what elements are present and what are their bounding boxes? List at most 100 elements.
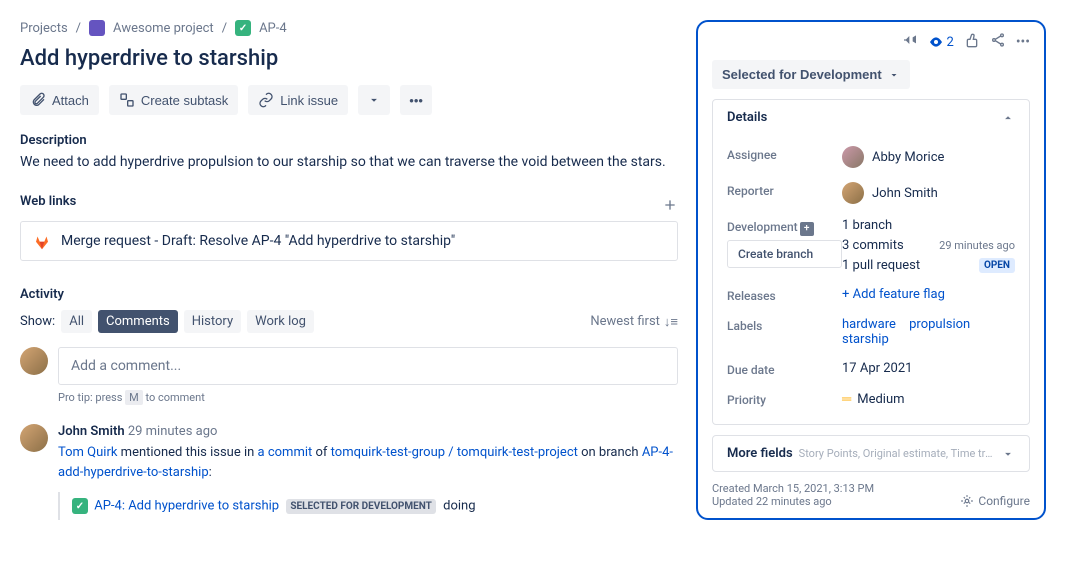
project-icon xyxy=(89,20,105,36)
ref-tail: doing xyxy=(443,498,475,513)
watch-count: 2 xyxy=(947,35,954,50)
status-label: Selected for Development xyxy=(722,67,882,82)
comment-meta: John Smith 29 minutes ago xyxy=(58,424,678,439)
breadcrumb: Projects / Awesome project / ✓ AP-4 xyxy=(20,20,678,36)
mention-user[interactable]: Tom Quirk xyxy=(58,445,117,460)
assignee-avatar xyxy=(842,146,864,168)
configure-button[interactable]: Configure xyxy=(960,494,1030,508)
create-subtask-button[interactable]: Create subtask xyxy=(109,85,238,115)
chevron-down-icon xyxy=(1001,447,1015,461)
due-date-label: Due date xyxy=(727,361,842,377)
reporter-label: Reporter xyxy=(727,182,842,198)
watch-button[interactable]: 2 xyxy=(928,34,954,50)
development-label: Development+ Create branch xyxy=(727,218,842,268)
label-chip[interactable]: hardware xyxy=(842,317,896,332)
releases-field[interactable]: Releases + Add feature flag xyxy=(727,280,1015,310)
breadcrumb-separator: / xyxy=(76,21,81,36)
share-button[interactable] xyxy=(990,32,1006,52)
tab-worklog[interactable]: Work log xyxy=(247,310,314,333)
comment-avatar xyxy=(20,424,48,452)
breadcrumb-projects[interactable]: Projects xyxy=(20,21,68,36)
labels-label: Labels xyxy=(727,317,842,333)
breadcrumb-issue-key[interactable]: AP-4 xyxy=(259,21,287,36)
current-user-avatar xyxy=(20,347,48,375)
reporter-avatar xyxy=(842,182,864,204)
chevron-down-icon xyxy=(366,92,382,108)
protip: Pro tip: press M to comment xyxy=(58,391,678,404)
status-lozenge: SELECTED FOR DEVELOPMENT xyxy=(286,499,436,514)
details-header[interactable]: Details xyxy=(713,100,1029,135)
priority-label: Priority xyxy=(727,391,842,407)
dev-commits-line[interactable]: 3 commits29 minutes ago xyxy=(842,238,1015,253)
more-fields-label: More fields xyxy=(727,446,793,461)
reporter-field[interactable]: Reporter John Smith xyxy=(727,175,1015,211)
priority-field[interactable]: Priority ═Medium xyxy=(727,384,1015,414)
issue-sidebar: 2 ••• Selected for Development Details A… xyxy=(696,20,1046,520)
weblink-item[interactable]: Merge request - Draft: Resolve AP-4 "Add… xyxy=(20,221,678,261)
created-timestamp: Created March 15, 2021, 3:13 PM xyxy=(712,482,874,495)
add-development-icon[interactable]: + xyxy=(800,222,814,236)
commit-link[interactable]: a commit xyxy=(258,445,313,460)
add-weblink-button[interactable] xyxy=(662,197,678,213)
reporter-name: John Smith xyxy=(872,186,938,201)
tab-comments[interactable]: Comments xyxy=(98,310,178,333)
description-heading: Description xyxy=(20,133,678,148)
comment-text: Tom Quirk mentioned this issue in a comm… xyxy=(58,443,678,482)
link-issue-button[interactable]: Link issue xyxy=(248,85,348,115)
toolbar: Attach Create subtask Link issue xyxy=(20,85,678,115)
assignee-field[interactable]: Assignee Abby Morice xyxy=(727,139,1015,175)
create-branch-button[interactable]: Create branch xyxy=(727,240,842,268)
pr-status-lozenge: OPEN xyxy=(979,258,1015,273)
add-feature-flag-button[interactable]: + Add feature flag xyxy=(842,287,945,302)
dev-pr-line[interactable]: 1 pull requestOPEN xyxy=(842,258,1015,273)
comment: John Smith 29 minutes ago Tom Quirk ment… xyxy=(20,424,678,520)
more-actions-button[interactable]: ••• xyxy=(400,85,432,115)
comment-input[interactable]: Add a comment... xyxy=(58,347,678,385)
more-fields-hint: Story Points, Original estimate, Time tr… xyxy=(799,447,995,460)
comment-time: 29 minutes ago xyxy=(128,424,218,439)
issue-reference: ✓ AP-4: Add hyperdrive to starship SELEC… xyxy=(58,492,678,520)
tab-all[interactable]: All xyxy=(61,310,92,333)
due-date-value: 17 Apr 2021 xyxy=(842,361,1015,376)
chevron-down-icon xyxy=(888,69,900,81)
label-chip[interactable]: starship xyxy=(842,332,889,347)
project-link[interactable]: tomquirk-test-group / tomquirk-test-proj… xyxy=(331,445,578,460)
configure-label: Configure xyxy=(978,494,1030,508)
attach-label: Attach xyxy=(52,93,89,108)
dev-branch-line[interactable]: 1 branch xyxy=(842,218,1015,233)
more-fields-panel[interactable]: More fields Story Points, Original estim… xyxy=(712,435,1030,472)
comment-author[interactable]: John Smith xyxy=(58,424,125,439)
sort-icon: ↓≡ xyxy=(664,314,678,330)
attach-button[interactable]: Attach xyxy=(20,85,99,115)
issue-type-icon: ✓ xyxy=(235,20,251,36)
status-dropdown[interactable]: Selected for Development xyxy=(712,60,910,89)
link-issue-dropdown[interactable] xyxy=(358,85,390,115)
tab-history[interactable]: History xyxy=(184,310,241,333)
gear-icon xyxy=(960,494,974,508)
subtask-icon xyxy=(119,92,135,108)
referenced-issue-link[interactable]: AP-4: Add hyperdrive to starship xyxy=(94,498,279,513)
more-button[interactable]: ••• xyxy=(1016,34,1030,50)
development-field: Development+ Create branch 1 branch 3 co… xyxy=(727,211,1015,280)
weblink-text: Merge request - Draft: Resolve AP-4 "Add… xyxy=(61,233,455,249)
sort-toggle[interactable]: Newest first ↓≡ xyxy=(590,314,678,330)
description-text[interactable]: We need to add hyperdrive propulsion to … xyxy=(20,154,678,170)
assignee-name: Abby Morice xyxy=(872,150,944,165)
issue-title[interactable]: Add hyperdrive to starship xyxy=(20,46,678,71)
due-date-field[interactable]: Due date 17 Apr 2021 xyxy=(727,354,1015,384)
issue-type-icon: ✓ xyxy=(72,498,88,514)
link-issue-label: Link issue xyxy=(280,93,338,108)
breadcrumb-project-name[interactable]: Awesome project xyxy=(113,21,214,36)
link-icon xyxy=(258,92,274,108)
label-chip[interactable]: propulsion xyxy=(909,317,970,332)
create-subtask-label: Create subtask xyxy=(141,93,228,108)
show-label: Show: xyxy=(20,314,55,329)
priority-medium-icon: ═ xyxy=(842,392,849,407)
activity-heading: Activity xyxy=(20,287,678,302)
like-button[interactable] xyxy=(964,32,980,52)
feedback-icon[interactable] xyxy=(902,32,918,52)
weblinks-heading: Web links xyxy=(20,194,76,209)
more-icon: ••• xyxy=(408,92,424,108)
meta-footer: Created March 15, 2021, 3:13 PM Updated … xyxy=(712,482,1030,508)
labels-field[interactable]: Labels hardware propulsion starship xyxy=(727,310,1015,354)
